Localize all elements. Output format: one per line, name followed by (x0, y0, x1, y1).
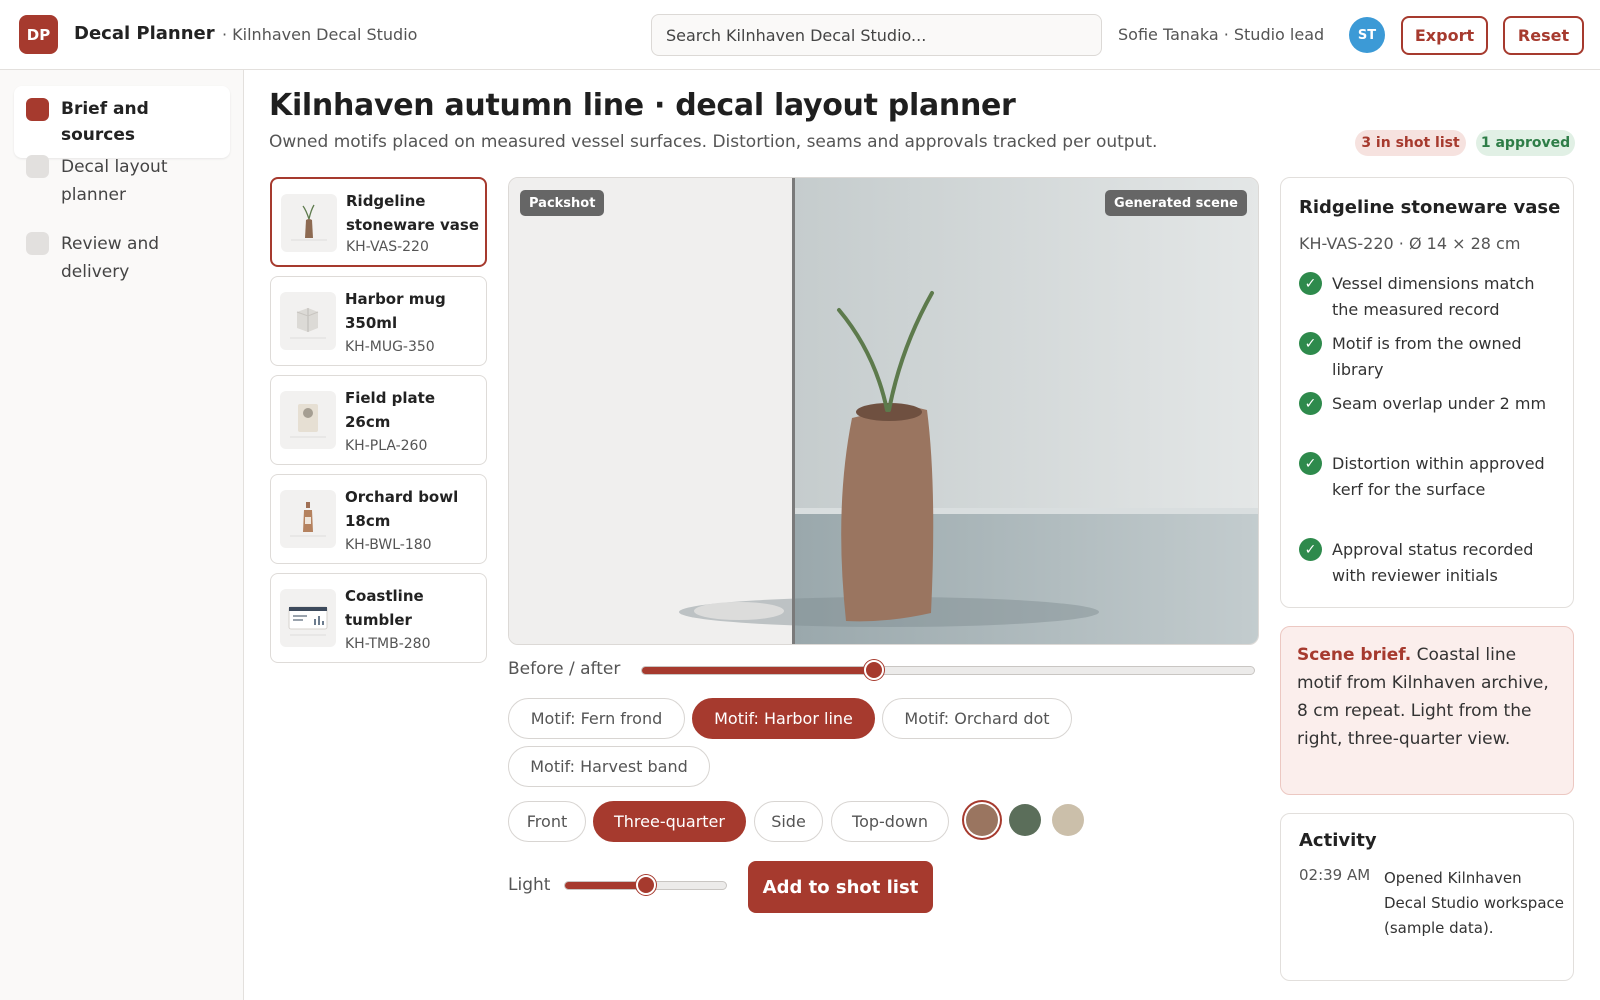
page-subtitle: Owned motifs placed on measured vessel s… (269, 132, 1158, 152)
check-text: Vessel dimensions match the measured rec… (1332, 274, 1535, 319)
check-item: ✓ Distortion within approved kerf for th… (1299, 451, 1561, 503)
motif-chip[interactable]: Motif: Harvest band (508, 746, 710, 787)
user-name: Sofie Tanaka · Studio lead (1118, 25, 1325, 44)
product-name: Orchard bowl 18cm (345, 488, 459, 530)
product-name: Ridgeline stoneware vase (346, 192, 480, 234)
product-name: Harbor mug 350ml (345, 290, 446, 332)
product-item[interactable]: Field plate 26cm KH-PLA-260 (270, 375, 487, 465)
check-item: ✓ Seam overlap under 2 mm (1299, 391, 1561, 417)
view-chip[interactable]: Three-quarter (593, 801, 746, 842)
vase-thumbnail-icon (281, 194, 337, 252)
nav-indicator-icon (26, 98, 49, 121)
page-title: Kilnhaven autumn line · decal layout pla… (269, 88, 1016, 123)
sidebar-item-label: Brief and sources (61, 99, 149, 145)
search-input[interactable] (651, 14, 1102, 56)
activity-time: 02:39 AM (1299, 866, 1371, 884)
shot-list-badge: 3 in shot list (1355, 130, 1466, 156)
slider-fill (565, 882, 646, 889)
scene-brief-label: Scene brief. (1297, 645, 1412, 665)
before-after-label: Before / after (508, 659, 621, 679)
view-chip[interactable]: Front (508, 801, 586, 842)
light-slider-handle[interactable] (635, 875, 656, 895)
check-item: ✓ Approval status recorded with reviewer… (1299, 537, 1561, 589)
sidebar-item-label: Review and delivery (61, 234, 160, 282)
motif-chip[interactable]: Motif: Orchard dot (882, 698, 1072, 739)
check-icon: ✓ (1299, 538, 1322, 561)
activity-text: Opened Kilnhaven Decal Studio workspace … (1384, 869, 1564, 937)
color-swatch-sand[interactable] (1052, 804, 1084, 836)
product-sku: KH-PLA-260 (345, 438, 428, 454)
check-text: Seam overlap under 2 mm (1332, 394, 1547, 413)
view-chip[interactable]: Side (754, 801, 823, 842)
app-name: Decal Planner (74, 23, 215, 44)
scene-brief: Scene brief. Coastal line motif from Kil… (1280, 626, 1574, 795)
top-bar: DP Decal Planner · Kilnhaven Decal Studi… (0, 0, 1600, 70)
check-text: Motif is from the owned library (1332, 334, 1522, 379)
approved-badge: 1 approved (1476, 130, 1575, 156)
color-swatch-green[interactable] (1009, 804, 1041, 836)
color-swatch-clay[interactable] (966, 804, 998, 836)
nav-indicator-icon (26, 155, 49, 178)
sidebar-item-layout[interactable]: Decal layout planner (14, 143, 230, 219)
check-icon: ✓ (1299, 392, 1322, 415)
check-text: Distortion within approved kerf for the … (1332, 454, 1545, 499)
nav-indicator-icon (26, 232, 49, 255)
packshot-tag: Packshot (520, 190, 605, 216)
check-icon: ✓ (1299, 452, 1322, 475)
product-name: Field plate 26cm (345, 389, 436, 431)
avatar[interactable]: ST (1349, 17, 1385, 53)
before-after-preview[interactable]: Packshot Generated scene (508, 177, 1259, 645)
sidebar: Brief and sources Decal layout planner R… (0, 70, 244, 1000)
sidebar-item-review[interactable]: Review and delivery (14, 220, 230, 296)
product-sku: KH-BWL-180 (345, 537, 432, 553)
check-item: ✓ Motif is from the owned library (1299, 331, 1561, 383)
product-item[interactable]: Orchard bowl 18cm KH-BWL-180 (270, 474, 487, 564)
motif-chip[interactable]: Motif: Harbor line (692, 698, 875, 739)
slider-fill (642, 667, 875, 674)
before-after-slider-handle[interactable] (864, 660, 885, 680)
check-icon: ✓ (1299, 332, 1322, 355)
product-item[interactable]: Coastline tumbler KH-TMB-280 (270, 573, 487, 663)
light-label: Light (508, 875, 551, 895)
bottle-thumbnail-icon (280, 490, 336, 548)
plate-thumbnail-icon (280, 391, 336, 449)
view-chip[interactable]: Top-down (831, 801, 949, 842)
tumbler-thumbnail-icon (280, 589, 336, 647)
generated-scene-tag: Generated scene (1105, 190, 1247, 216)
product-sku: KH-MUG-350 (345, 339, 435, 355)
check-text: Approval status recorded with reviewer i… (1332, 540, 1534, 585)
check-item: ✓ Vessel dimensions match the measured r… (1299, 271, 1561, 323)
reset-button[interactable]: Reset (1503, 16, 1584, 55)
product-item[interactable]: Harbor mug 350ml KH-MUG-350 (270, 276, 487, 366)
product-sku: KH-VAS-220 (346, 239, 429, 255)
product-sku: KH-TMB-280 (345, 636, 431, 652)
export-button[interactable]: Export (1401, 16, 1488, 55)
product-detail-card: Ridgeline stoneware vase KH-VAS-220 · Ø … (1280, 177, 1574, 608)
activity-card: Activity 02:39 AM Opened Kilnhaven Decal… (1280, 813, 1574, 981)
scene-illustration (509, 178, 1258, 644)
workspace-name: · Kilnhaven Decal Studio (222, 25, 418, 44)
before-after-slider[interactable] (641, 666, 1255, 675)
activity-title: Activity (1299, 830, 1377, 851)
product-item[interactable]: Ridgeline stoneware vase KH-VAS-220 (270, 177, 487, 267)
app-logo: DP (19, 15, 58, 54)
add-to-shot-list-button[interactable]: Add to shot list (748, 861, 933, 913)
detail-title: Ridgeline stoneware vase (1299, 197, 1561, 218)
detail-meta: KH-VAS-220 · Ø 14 × 28 cm (1299, 234, 1521, 253)
mug-thumbnail-icon (280, 292, 336, 350)
sidebar-item-label: Decal layout planner (61, 157, 168, 205)
check-icon: ✓ (1299, 272, 1322, 295)
product-name: Coastline tumbler (345, 587, 424, 629)
motif-chip[interactable]: Motif: Fern frond (508, 698, 685, 739)
